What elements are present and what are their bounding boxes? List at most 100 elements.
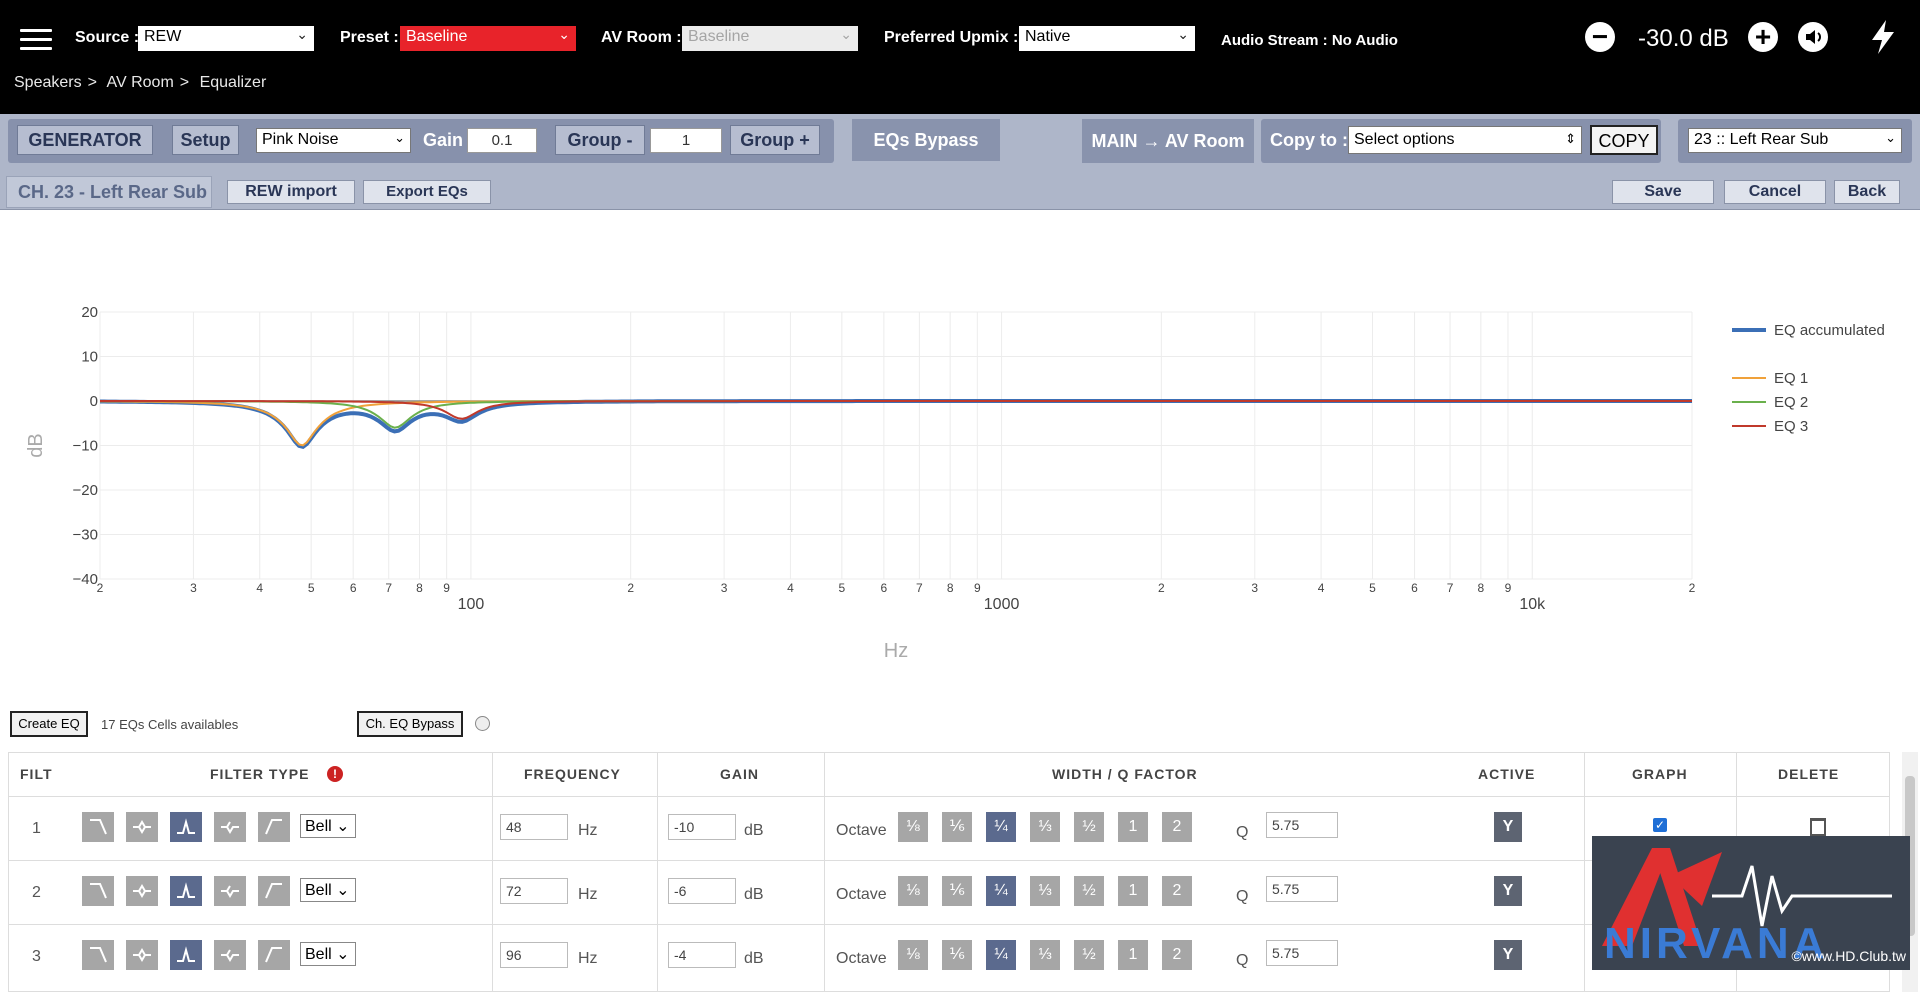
octave-button[interactable]: ⅛ [898, 876, 928, 906]
bell-icon[interactable] [170, 876, 202, 906]
q-factor-input[interactable]: 5.75 [1266, 812, 1338, 838]
y-tick-label: −40 [73, 571, 98, 588]
lightning-bolt-icon[interactable] [1870, 20, 1896, 54]
create-eq-button[interactable]: Create EQ [10, 711, 88, 737]
filter-type-select[interactable]: Bell ⌄ [300, 878, 356, 902]
octave-button[interactable]: ½ [1074, 812, 1104, 842]
bell-icon[interactable] [170, 812, 202, 842]
notch-icon[interactable] [126, 940, 158, 970]
cancel-button[interactable]: Cancel [1724, 180, 1826, 204]
notch-alt-icon[interactable] [214, 812, 246, 842]
generator-button[interactable]: GENERATOR [17, 125, 153, 155]
breadcrumb-speakers[interactable]: Speakers [14, 74, 82, 91]
legend-label: EQ 2 [1774, 394, 1808, 411]
notch-alt-icon[interactable] [214, 940, 246, 970]
octave-button[interactable]: 2 [1162, 812, 1192, 842]
noise-select[interactable]: Pink Noise ⌄ [256, 128, 411, 153]
octave-button[interactable]: ⅓ [1030, 812, 1060, 842]
copy-to-select[interactable]: Select options ⇕ [1348, 126, 1582, 154]
q-label: Q [1236, 824, 1249, 841]
gain-input[interactable]: -6 [668, 878, 736, 904]
low-shelf-icon[interactable] [82, 940, 114, 970]
octave-button[interactable]: ½ [1074, 940, 1104, 970]
high-shelf-icon[interactable] [258, 876, 290, 906]
notch-alt-icon[interactable] [214, 876, 246, 906]
octave-button[interactable]: ½ [1074, 876, 1104, 906]
octave-button[interactable]: ⅙ [942, 940, 972, 970]
octave-button[interactable]: 2 [1162, 876, 1192, 906]
group-plus-button[interactable]: Group + [730, 125, 820, 155]
active-toggle[interactable]: Y [1494, 940, 1522, 970]
top-bar: Source : REW ⌄ Preset : Baseline ⌄ AV Room… [0, 0, 1920, 114]
filter-type-select[interactable]: Bell ⌄ [300, 814, 356, 838]
x-tick-label: 9 [1505, 581, 1512, 595]
octave-button[interactable]: 1 [1118, 876, 1148, 906]
filter-number: 2 [32, 884, 41, 901]
channel-select[interactable]: 23 :: Left Rear Sub ⌄ [1688, 128, 1902, 153]
ch-eq-bypass-radio[interactable] [475, 716, 490, 731]
y-axis-label: dB [25, 433, 47, 457]
gain-label: Gain [423, 130, 464, 150]
source-select[interactable]: REW ⌄ [138, 26, 314, 51]
gain-input[interactable]: -10 [668, 814, 736, 840]
back-button[interactable]: Back [1834, 180, 1900, 204]
mute-button[interactable] [1798, 22, 1828, 52]
octave-button[interactable]: ⅙ [942, 876, 972, 906]
x-tick-label: 8 [416, 581, 423, 595]
high-shelf-icon[interactable] [258, 812, 290, 842]
gain-input[interactable]: -4 [668, 942, 736, 968]
notch-icon[interactable] [126, 876, 158, 906]
high-shelf-icon[interactable] [258, 940, 290, 970]
group-input[interactable]: 1 [650, 128, 722, 153]
volume-up-button[interactable]: + [1748, 22, 1778, 52]
octave-button[interactable]: ⅛ [898, 940, 928, 970]
upmix-select[interactable]: Native ⌄ [1019, 26, 1195, 51]
octave-button[interactable]: ¼ [986, 876, 1016, 906]
x-tick-label-major: 1000 [984, 596, 1020, 613]
octave-button[interactable]: ⅙ [942, 812, 972, 842]
active-toggle[interactable]: Y [1494, 812, 1522, 842]
frequency-input[interactable]: 48 [500, 814, 568, 840]
volume-down-button[interactable]: − [1585, 22, 1615, 52]
rew-import-button[interactable]: REW import [227, 180, 355, 204]
active-toggle[interactable]: Y [1494, 876, 1522, 906]
save-button[interactable]: Save [1612, 180, 1714, 204]
header-filt: FILT [20, 766, 53, 782]
gain-input[interactable]: 0.1 [467, 128, 537, 153]
low-shelf-icon[interactable] [82, 876, 114, 906]
low-shelf-icon[interactable] [82, 812, 114, 842]
octave-button[interactable]: 2 [1162, 940, 1192, 970]
main-to-av-room-button[interactable]: MAIN → AV Room [1082, 119, 1254, 163]
octave-button[interactable]: 1 [1118, 812, 1148, 842]
breadcrumb-av-room[interactable]: AV Room [107, 74, 174, 91]
ch-eq-bypass-button[interactable]: Ch. EQ Bypass [357, 711, 463, 737]
x-tick-label: 2 [1689, 581, 1696, 595]
octave-button[interactable]: ¼ [986, 940, 1016, 970]
trash-icon[interactable] [1810, 818, 1826, 836]
y-tick-label: 0 [90, 393, 98, 410]
octave-button[interactable]: 1 [1118, 940, 1148, 970]
bell-icon[interactable] [170, 940, 202, 970]
preset-label: Preset : [340, 29, 399, 46]
setup-button[interactable]: Setup [172, 125, 239, 155]
frequency-input[interactable]: 96 [500, 942, 568, 968]
graph-checkbox[interactable]: ✓ [1653, 818, 1667, 832]
group-minus-button[interactable]: Group - [555, 125, 645, 155]
eqs-bypass-button[interactable]: EQs Bypass [852, 119, 1000, 161]
octave-button[interactable]: ¼ [986, 812, 1016, 842]
q-factor-input[interactable]: 5.75 [1266, 876, 1338, 902]
notch-icon[interactable] [126, 812, 158, 842]
low-shelf-icon-shape [90, 819, 107, 835]
q-factor-input[interactable]: 5.75 [1266, 940, 1338, 966]
menu-icon[interactable] [20, 29, 52, 51]
filter-type-select[interactable]: Bell ⌄ [300, 942, 356, 966]
octave-button[interactable]: ⅓ [1030, 876, 1060, 906]
preset-select[interactable]: Baseline ⌄ [400, 26, 576, 51]
frequency-input[interactable]: 72 [500, 878, 568, 904]
octave-button[interactable]: ⅓ [1030, 940, 1060, 970]
copy-button[interactable]: COPY [1590, 125, 1658, 155]
octave-button[interactable]: ⅛ [898, 812, 928, 842]
x-tick-label: 8 [1477, 581, 1484, 595]
export-eqs-button[interactable]: Export EQs [363, 180, 491, 204]
info-icon[interactable]: ! [327, 766, 343, 782]
